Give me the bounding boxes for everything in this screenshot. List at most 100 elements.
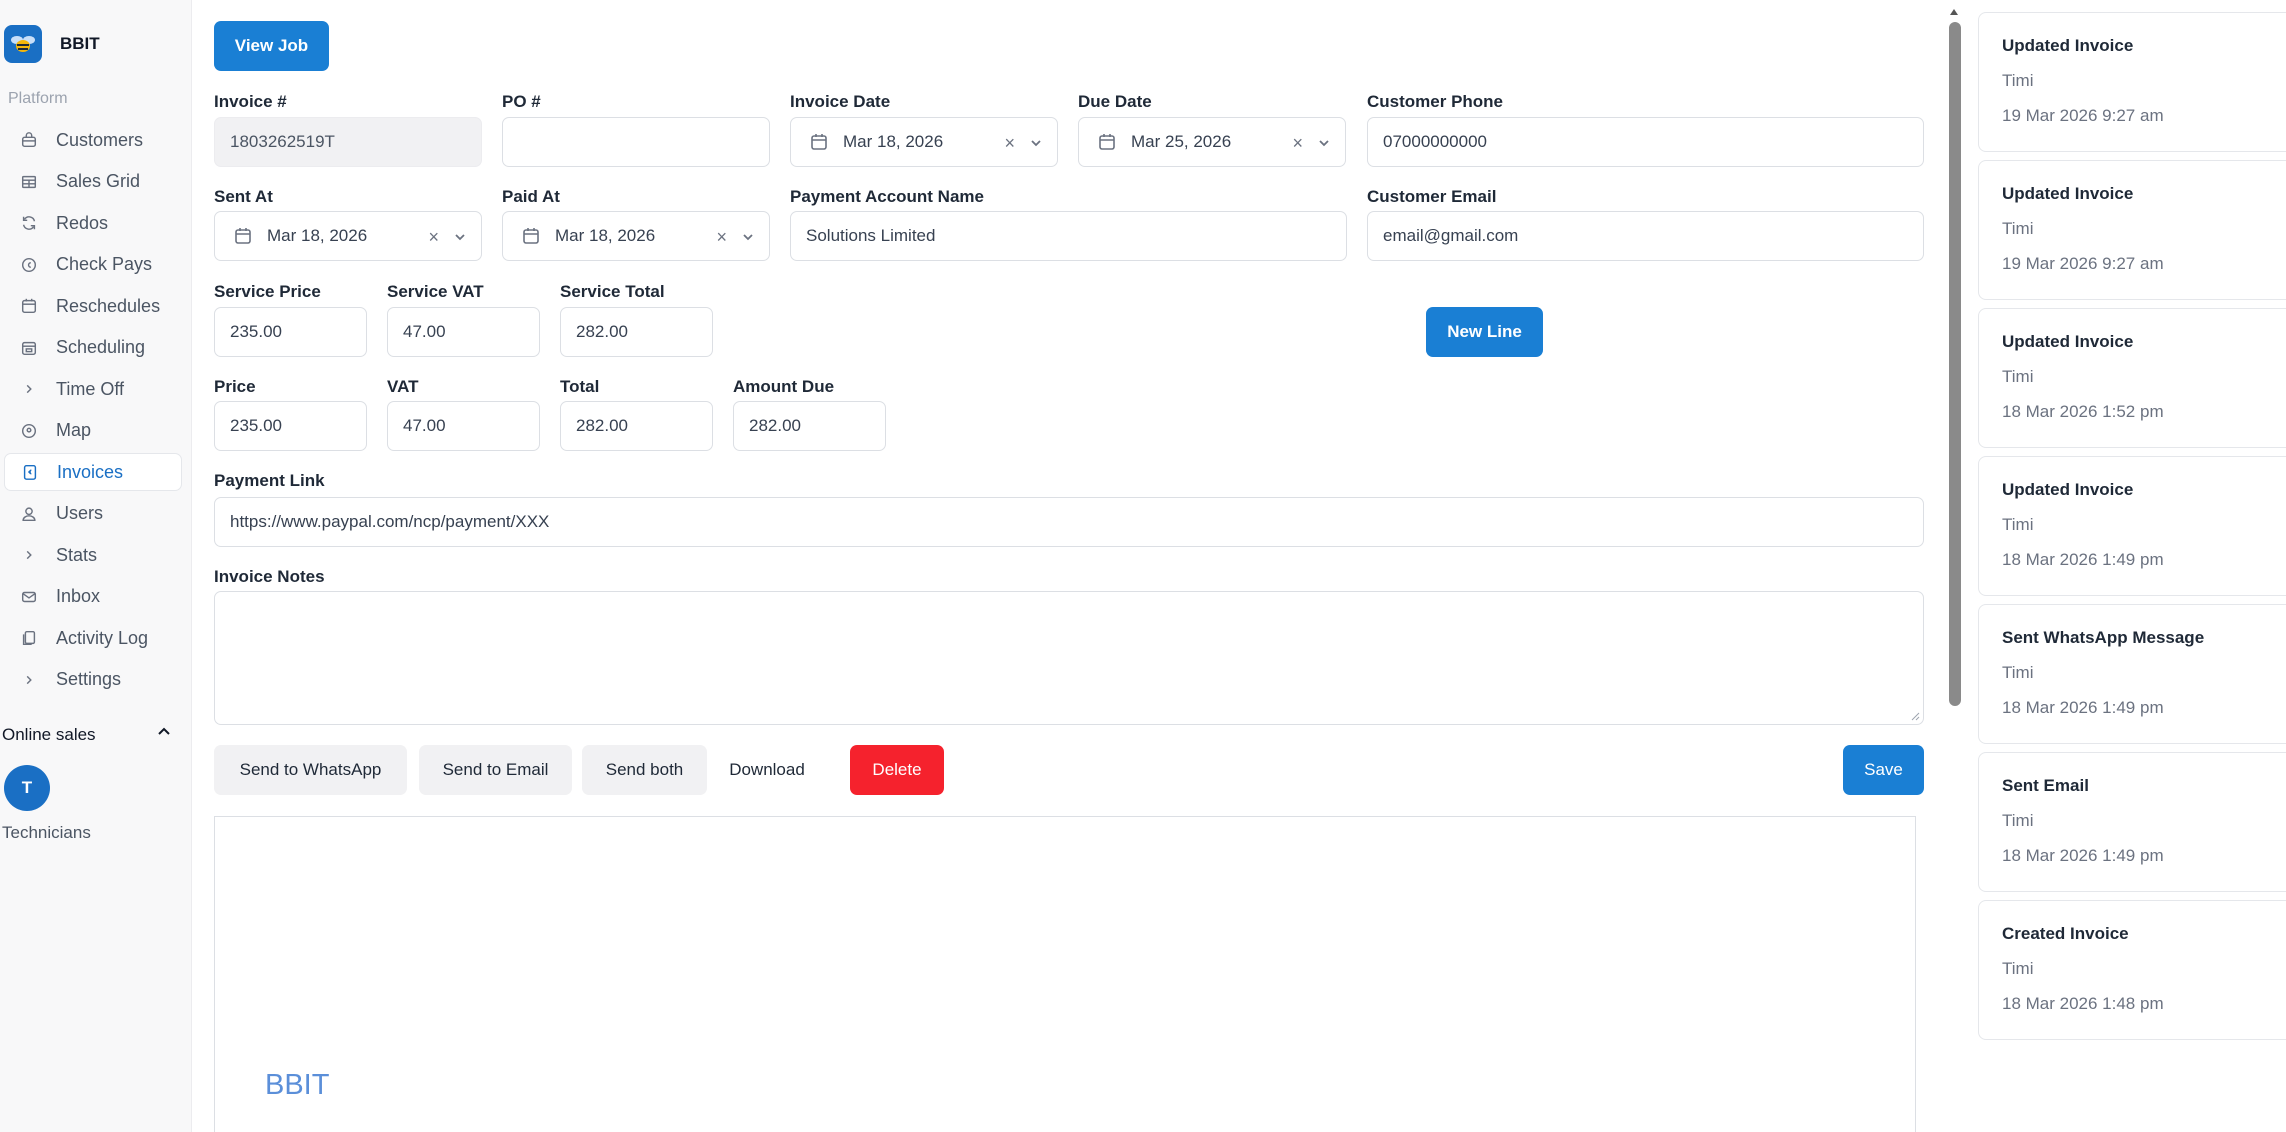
vat-field[interactable]: 47.00 [387,401,540,451]
grid-icon [18,171,40,193]
sidebar-item-customers[interactable]: Customers [4,121,182,159]
delete-button[interactable]: Delete [850,745,944,795]
price-field[interactable]: 235.00 [214,401,367,451]
sent-at-value: Mar 18, 2026 [267,226,368,245]
activity-time: 18 Mar 2026 1:49 pm [2002,550,2164,569]
sidebar-item-scheduling[interactable]: Scheduling [4,329,182,367]
clear-icon[interactable]: × [428,227,439,248]
chevron-right-icon [18,669,40,691]
scroll-up-arrow-icon[interactable] [1949,8,1959,16]
price-label: Price [214,377,256,396]
service-price-field[interactable]: 235.00 [214,307,367,357]
sidebar-item-redos[interactable]: Redos [4,204,182,242]
payment-account-name-label: Payment Account Name [790,187,984,206]
online-sales-toggle[interactable]: Online sales [2,724,182,745]
po-number-field[interactable] [502,117,770,167]
sidebar-item-invoices[interactable]: Invoices [4,453,182,491]
resize-handle-icon[interactable] [1910,711,1920,721]
activity-time: 18 Mar 2026 1:52 pm [2002,402,2164,421]
view-job-button[interactable]: View Job [214,21,329,71]
chevron-down-icon[interactable] [1317,136,1331,150]
activity-title: Updated Invoice [2002,36,2134,55]
activity-user: Timi [2002,663,2034,682]
sidebar-item-activity-log[interactable]: Activity Log [4,619,182,657]
send-email-button[interactable]: Send to Email [419,745,572,795]
chevron-down-icon[interactable] [741,230,755,244]
sidebar-item-label: Scheduling [56,337,146,357]
activity-item: Updated Invoice Timi 18 Mar 2026 1:49 pm [1978,456,2286,596]
calendar-icon [521,226,541,246]
calendar-icon [18,295,40,317]
total-field[interactable]: 282.00 [560,401,713,451]
activity-panel: Updated Invoice Timi 19 Mar 2026 9:27 am… [1978,0,2286,1132]
customer-email-label: Customer Email [1367,187,1497,206]
invoice-date-label: Invoice Date [790,92,891,111]
brand[interactable]: BBIT [4,24,100,64]
invoice-date-picker[interactable]: Mar 18, 2026 × [790,117,1058,167]
paid-at-value: Mar 18, 2026 [555,226,656,245]
clear-icon[interactable]: × [1004,133,1015,154]
sidebar-item-reschedules[interactable]: Reschedules [4,287,182,325]
sidebar-item-users[interactable]: Users [4,495,182,533]
chevron-up-icon [156,724,182,745]
service-total-field[interactable]: 282.00 [560,307,713,357]
technicians-label[interactable]: Technicians [2,823,91,843]
customer-phone-field[interactable]: 07000000000 [1367,117,1924,167]
calendar-icon [809,132,829,152]
clear-icon[interactable]: × [716,227,727,248]
chevron-down-icon[interactable] [453,230,467,244]
sidebar-item-label: Reschedules [56,295,161,316]
sidebar-nav: Customers Sales Grid Redos Check Pays Re… [4,121,182,702]
customer-email-field[interactable]: email@gmail.com [1367,211,1924,261]
invoice-notes-textarea[interactable] [214,591,1924,725]
sidebar-item-stats[interactable]: Stats [4,536,182,574]
sidebar-item-map[interactable]: Map [4,412,182,450]
calendar-icon [1097,132,1117,152]
coin-icon [18,254,40,276]
sidebar-item-label: Check Pays [56,254,153,274]
send-whatsapp-button[interactable]: Send to WhatsApp [214,745,407,795]
activity-user: Timi [2002,811,2034,830]
customers-icon [18,129,40,151]
clear-icon[interactable]: × [1292,133,1303,154]
payment-account-name-field[interactable]: Solutions Limited [790,211,1347,261]
service-vat-field[interactable]: 47.00 [387,307,540,357]
payment-link-field[interactable]: https://www.paypal.com/ncp/payment/XXX [214,497,1924,547]
activity-title: Created Invoice [2002,924,2129,943]
paid-at-label: Paid At [502,187,560,206]
activity-item: Updated Invoice Timi 19 Mar 2026 9:27 am [1978,160,2286,300]
service-vat-label: Service VAT [387,282,484,301]
chevron-right-icon [18,544,40,566]
avatar[interactable]: T [4,765,50,811]
paid-at-picker[interactable]: Mar 18, 2026 × [502,211,770,261]
scrollbar-thumb[interactable] [1949,22,1961,706]
new-line-button[interactable]: New Line [1426,307,1543,357]
due-date-picker[interactable]: Mar 25, 2026 × [1078,117,1346,167]
sidebar-item-sales-grid[interactable]: Sales Grid [4,163,182,201]
send-both-button[interactable]: Send both [582,745,707,795]
activity-item: Sent Email Timi 18 Mar 2026 1:49 pm [1978,752,2286,892]
preview-brand: BBIT [265,1069,330,1101]
service-total-label: Service Total [560,282,665,301]
user-icon [18,503,40,525]
invoice-number-field[interactable]: 1803262519T [214,117,482,167]
sidebar-item-inbox[interactable]: Inbox [4,578,182,616]
activity-title: Sent WhatsApp Message [2002,628,2205,647]
chevron-down-icon[interactable] [1029,136,1043,150]
mail-icon [18,586,40,608]
invoice-icon [19,461,41,483]
save-button[interactable]: Save [1843,745,1924,795]
sent-at-picker[interactable]: Mar 18, 2026 × [214,211,482,261]
sidebar-item-label: Sales Grid [56,171,141,191]
amount-due-label: Amount Due [733,377,835,396]
sidebar: BBIT Platform Customers Sales Grid Redos… [0,0,192,1132]
activity-time: 18 Mar 2026 1:49 pm [2002,698,2164,717]
bee-logo-icon [4,25,42,63]
app-name: BBIT [60,34,100,53]
activity-item: Created Invoice Timi 18 Mar 2026 1:48 pm [1978,900,2286,1040]
sidebar-item-time-off[interactable]: Time Off [4,370,182,408]
download-button[interactable]: Download [717,745,817,795]
sidebar-item-settings[interactable]: Settings [4,661,182,699]
amount-due-field[interactable]: 282.00 [733,401,886,451]
sidebar-item-check-pays[interactable]: Check Pays [4,246,182,284]
